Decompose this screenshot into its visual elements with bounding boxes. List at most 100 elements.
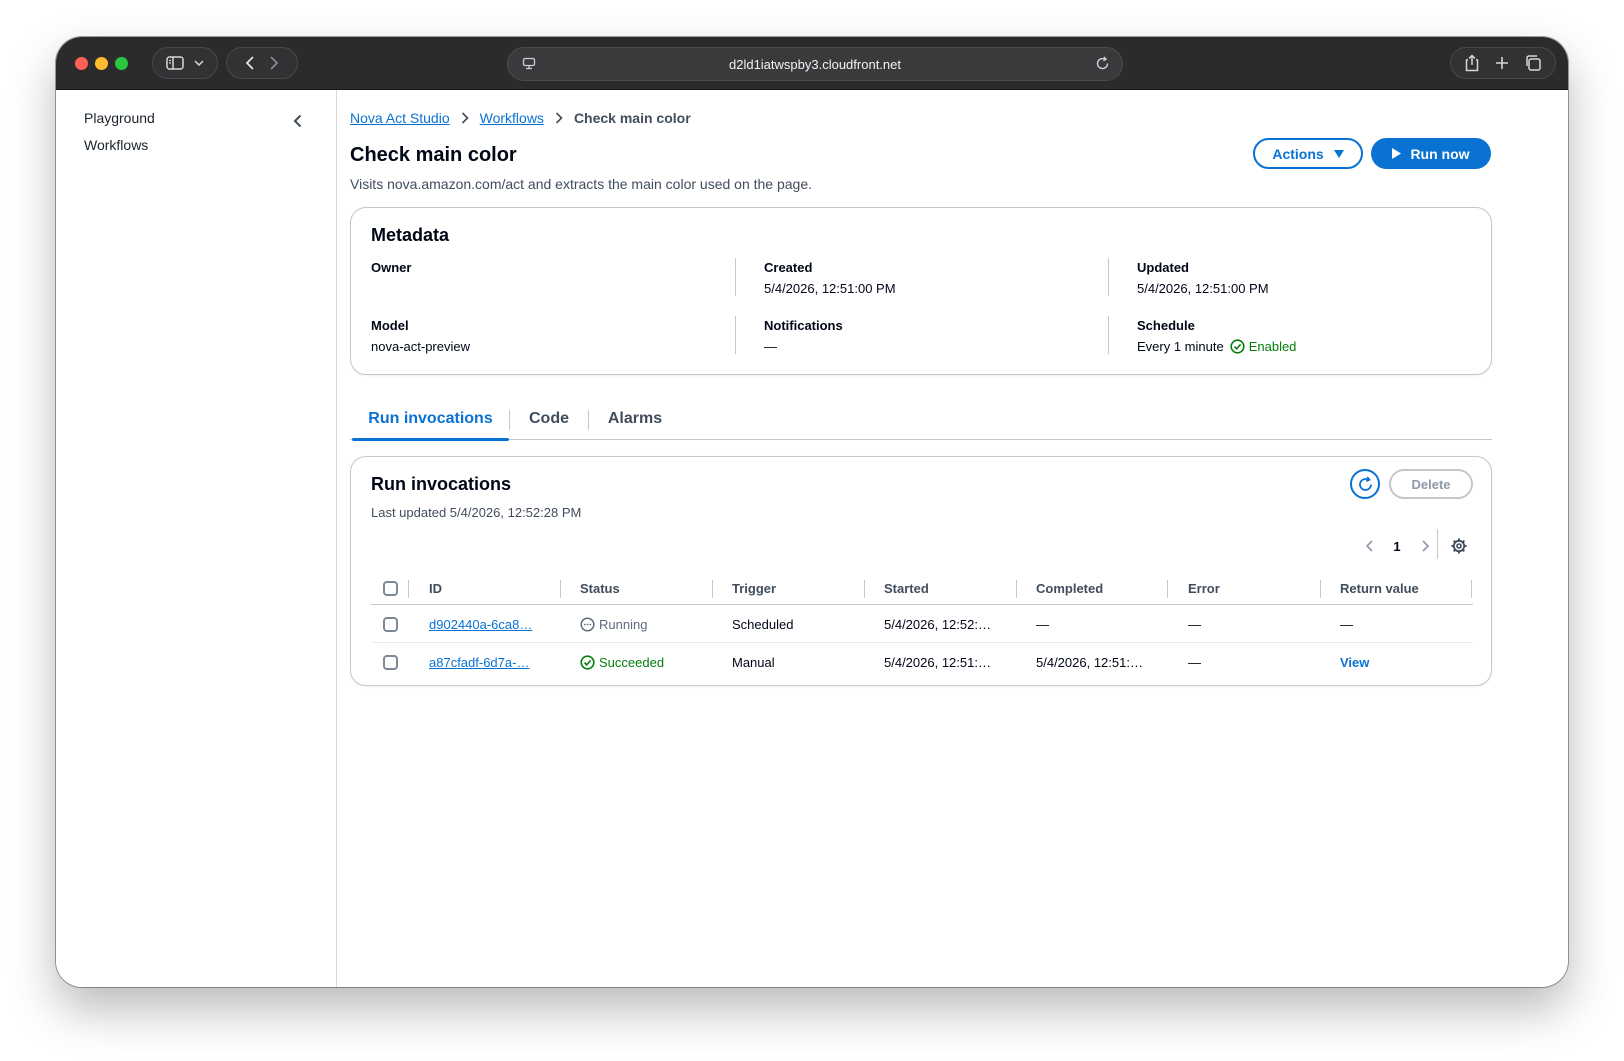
close-window-button[interactable] xyxy=(75,57,88,70)
column-header-id[interactable]: ID xyxy=(429,571,442,605)
chevron-down-icon xyxy=(194,60,204,66)
collapse-sidebar-button[interactable] xyxy=(288,111,308,131)
column-resizer[interactable] xyxy=(1016,580,1017,598)
view-return-value-link[interactable]: View xyxy=(1340,655,1369,670)
tab-bar: Run invocations Code Alarms xyxy=(350,398,1492,441)
run-invocations-container: Run invocations Last updated 5/4/2026, 1… xyxy=(350,456,1492,686)
row-checkbox[interactable] xyxy=(383,654,398,670)
column-header-trigger[interactable]: Trigger xyxy=(732,571,776,605)
page-settings-icon[interactable] xyxy=(522,57,536,74)
run-invocations-title: Run invocations xyxy=(371,474,512,494)
pagination: 1 xyxy=(1355,535,1439,557)
row-checkbox[interactable] xyxy=(383,616,398,632)
trigger-cell: Manual xyxy=(732,654,775,670)
breadcrumb-link-nova-act-studio[interactable]: Nova Act Studio xyxy=(350,110,450,126)
column-resizer[interactable] xyxy=(560,580,561,598)
pending-icon xyxy=(580,616,595,632)
check-circle-icon xyxy=(1230,339,1245,354)
minimize-window-button[interactable] xyxy=(95,57,108,70)
forward-icon[interactable] xyxy=(269,55,279,71)
column-resizer[interactable] xyxy=(408,580,409,598)
sidebar-item-playground[interactable]: Playground xyxy=(84,110,155,126)
pagination-divider xyxy=(1437,529,1438,559)
metadata-schedule: Schedule Every 1 minute Enabled xyxy=(1137,318,1296,356)
new-tab-icon[interactable] xyxy=(1494,55,1510,71)
schedule-status-text: Enabled xyxy=(1248,339,1297,354)
started-cell: 5/4/2026, 12:52:… xyxy=(884,616,991,632)
actions-dropdown-button[interactable]: Actions xyxy=(1253,138,1363,169)
previous-page-button[interactable] xyxy=(1355,535,1383,557)
metadata-created: Created 5/4/2026, 12:51:00 PM xyxy=(764,260,896,298)
status-text: Succeeded xyxy=(599,654,665,670)
column-header-started[interactable]: Started xyxy=(884,571,929,605)
status-badge: Succeeded xyxy=(580,655,664,670)
column-resizer[interactable] xyxy=(1471,580,1472,598)
table-preferences-button[interactable] xyxy=(1448,535,1470,557)
updated-label: Updated xyxy=(1137,260,1189,275)
chevron-right-icon xyxy=(450,111,480,125)
metadata-model: Model nova-act-preview xyxy=(371,318,470,356)
schedule-status-badge: Enabled xyxy=(1230,339,1297,354)
breadcrumb-link-workflows[interactable]: Workflows xyxy=(480,110,544,126)
created-value: 5/4/2026, 12:51:00 PM xyxy=(764,281,896,296)
gear-icon xyxy=(1451,538,1467,554)
error-cell: — xyxy=(1188,654,1201,670)
page-description: Visits nova.amazon.com/act and extracts … xyxy=(350,176,812,192)
address-bar[interactable]: d2ld1iatwspby3.cloudfront.net xyxy=(507,47,1123,81)
owner-value xyxy=(371,279,411,298)
column-header-error[interactable]: Error xyxy=(1188,571,1220,605)
sidebar-item-workflows[interactable]: Workflows xyxy=(84,137,148,153)
return-value-cell: — xyxy=(1340,616,1353,632)
breadcrumb-current: Check main color xyxy=(573,110,691,126)
page-number[interactable]: 1 xyxy=(1383,535,1411,557)
updated-value: 5/4/2026, 12:51:00 PM xyxy=(1137,281,1269,296)
tab-alarms[interactable]: Alarms xyxy=(589,398,681,440)
column-resizer[interactable] xyxy=(712,580,713,598)
select-all-checkbox[interactable] xyxy=(383,580,398,596)
column-resizer[interactable] xyxy=(1320,580,1321,598)
column-header-status[interactable]: Status xyxy=(580,571,620,605)
metadata-updated: Updated 5/4/2026, 12:51:00 PM xyxy=(1137,260,1269,298)
refresh-icon xyxy=(1358,475,1372,491)
metadata-owner: Owner xyxy=(371,260,411,298)
completed-cell: 5/4/2026, 12:51:… xyxy=(1036,654,1143,670)
column-resizer[interactable] xyxy=(1167,580,1168,598)
model-value: nova-act-preview xyxy=(371,339,470,354)
row-select-cell xyxy=(383,643,398,681)
tab-overview-icon[interactable] xyxy=(1524,54,1542,72)
owner-label: Owner xyxy=(371,260,412,275)
run-id-cell: d902440a-6ca8… xyxy=(429,605,532,643)
refresh-button[interactable] xyxy=(1350,469,1380,499)
tab-code[interactable]: Code xyxy=(510,398,588,440)
status-badge: Running xyxy=(580,617,647,632)
side-navigation: Playground Workflows xyxy=(56,90,337,987)
next-page-button[interactable] xyxy=(1411,535,1439,557)
trigger-cell: Scheduled xyxy=(732,616,794,632)
column-header-return-value[interactable]: Return value xyxy=(1340,571,1419,605)
page-title: Check main color xyxy=(350,144,517,166)
delete-button[interactable]: Delete xyxy=(1389,469,1473,499)
run-id-link[interactable]: a87cfadf-6d7a-… xyxy=(429,655,529,670)
completed-cell: — xyxy=(1036,616,1049,632)
main-content: Nova Act Studio Workflows Check main col… xyxy=(338,90,1568,987)
sidebar-toggle-button[interactable] xyxy=(152,47,218,79)
column-header-completed[interactable]: Completed xyxy=(1036,571,1103,605)
run-id-link[interactable]: d902440a-6ca8… xyxy=(429,617,532,632)
run-id-cell: a87cfadf-6d7a-… xyxy=(429,643,529,681)
model-label: Model xyxy=(371,318,409,333)
tab-run-invocations[interactable]: Run invocations xyxy=(352,398,509,441)
share-icon[interactable] xyxy=(1464,54,1480,72)
sidebar-icon xyxy=(166,56,184,70)
play-icon xyxy=(1392,148,1402,159)
error-cell: — xyxy=(1188,616,1201,632)
column-resizer[interactable] xyxy=(864,580,865,598)
actions-button-label: Actions xyxy=(1272,145,1324,162)
caret-down-icon xyxy=(1333,149,1344,158)
run-now-button[interactable]: Run now xyxy=(1371,138,1491,169)
reload-icon[interactable] xyxy=(1095,56,1110,74)
table-row: d902440a-6ca8… Running Scheduled 5/4/202… xyxy=(371,605,1473,643)
check-circle-icon xyxy=(580,654,595,670)
back-icon[interactable] xyxy=(245,55,255,71)
column-divider xyxy=(1108,258,1109,296)
maximize-window-button[interactable] xyxy=(115,57,128,70)
